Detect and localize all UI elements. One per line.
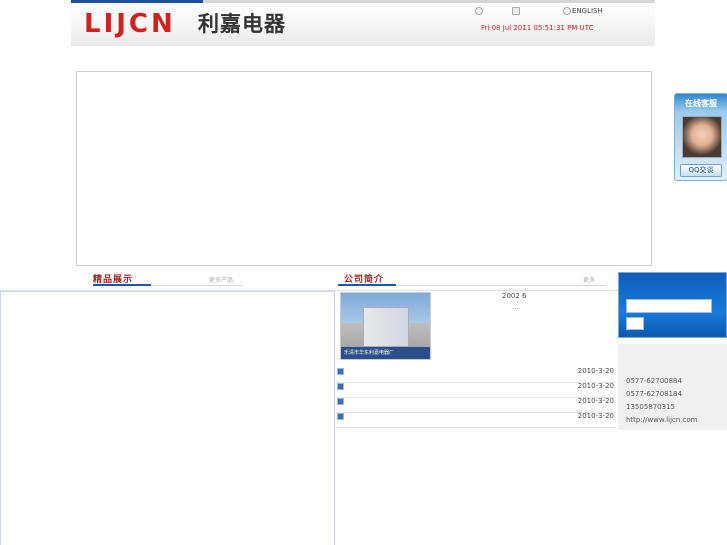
news-date: 2010-3-20: [577, 382, 614, 390]
contact-website[interactable]: http://www.lijcn.com: [626, 416, 698, 424]
news-date: 2010-3-20: [577, 397, 614, 405]
news-item[interactable]: 2010-3-20: [336, 382, 616, 398]
contact-info-box: 0577-62700884 0577-62708184 13505870315 …: [618, 344, 727, 430]
news-date: 2010-3-20: [577, 412, 614, 420]
online-service-widget: 在线客服 QQ交谈: [674, 93, 727, 181]
contact-phone-1: 0577-62700884: [626, 377, 682, 385]
company-divider: [396, 285, 606, 286]
news-item[interactable]: 2010-3-20: [336, 397, 616, 413]
company-building-photo[interactable]: 乐清市华东利嘉电器厂: [340, 292, 431, 360]
qq-chat-button[interactable]: QQ交谈: [680, 164, 722, 177]
company-more-link[interactable]: 更多: [583, 275, 595, 284]
news-bullet-icon: [337, 383, 344, 390]
photo-caption: 乐清市华东利嘉电器厂: [341, 347, 430, 359]
globe-icon[interactable]: [563, 7, 571, 15]
home-icon[interactable]: [475, 7, 483, 15]
online-service-title: 在线客服: [685, 99, 717, 108]
news-item[interactable]: 2010-3-20: [336, 367, 616, 383]
current-datetime: Fri 08 Jul 2011 05:51:31 PM UTC: [481, 24, 594, 32]
logo-chinese-text[interactable]: 利嘉电器: [198, 10, 286, 38]
bookmark-icon[interactable]: [512, 7, 520, 15]
login-button[interactable]: [626, 317, 644, 330]
company-founded-text: 2002 6: [502, 292, 527, 300]
header-top-accent: [71, 0, 203, 3]
logo-latin-text[interactable]: LIJCN: [84, 9, 176, 39]
building-shape: [363, 307, 409, 347]
news-bullet-icon: [337, 398, 344, 405]
news-item[interactable]: 2010-3-20: [336, 412, 616, 428]
service-agent-avatar: [682, 116, 722, 158]
banner-area: [76, 71, 652, 266]
products-divider: [151, 285, 243, 286]
company-title-underline: [338, 284, 396, 286]
news-bullet-icon: [337, 368, 344, 375]
english-language-link[interactable]: ENGLISH: [572, 7, 603, 15]
company-ellipsis: ...: [512, 303, 519, 311]
contact-phone-2: 0577-62708184: [626, 390, 682, 398]
products-more-link[interactable]: 更多产品: [209, 275, 233, 284]
login-panel: [618, 272, 727, 338]
products-title-underline: [93, 284, 151, 286]
news-date: 2010-3-20: [577, 367, 614, 375]
news-bullet-icon: [337, 413, 344, 420]
products-panel: [0, 291, 335, 545]
login-input[interactable]: [626, 299, 712, 313]
contact-mobile: 13505870315: [626, 403, 675, 411]
